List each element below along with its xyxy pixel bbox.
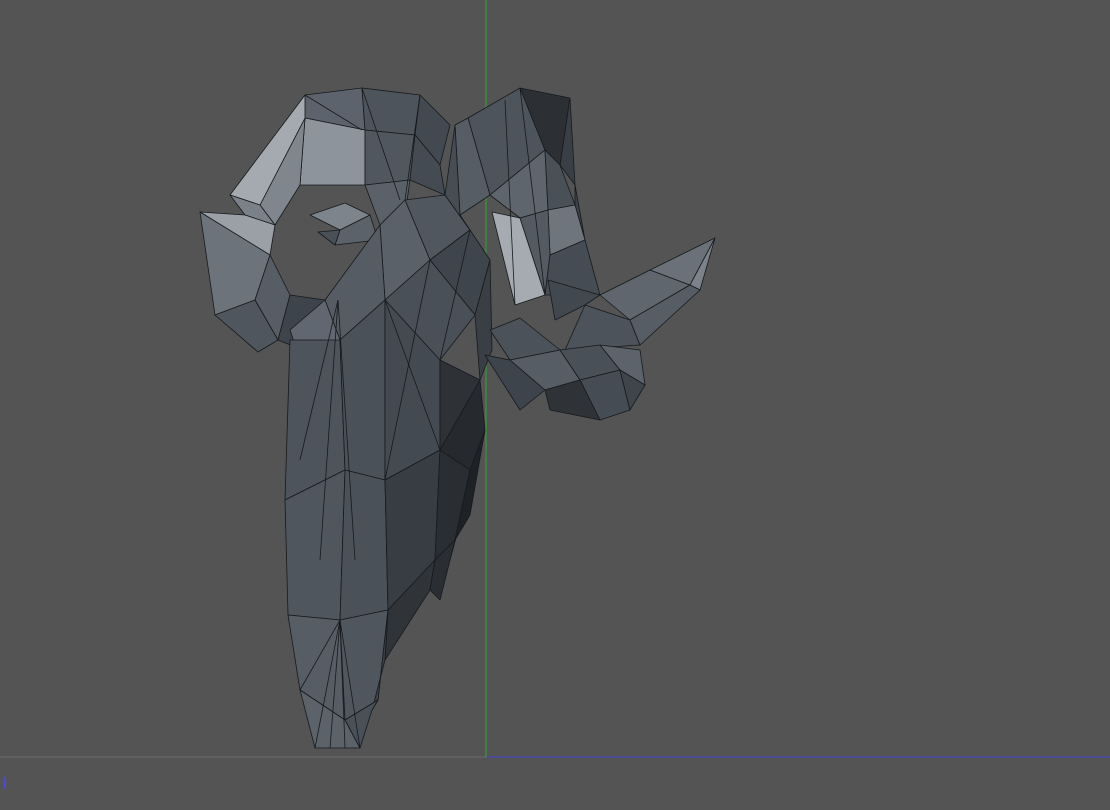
axis-gizmo-icon: ▐ bbox=[0, 778, 6, 789]
3d-viewport[interactable]: ▐ bbox=[0, 0, 1110, 810]
ram-skull-model[interactable] bbox=[199, 87, 716, 749]
viewport-scene[interactable] bbox=[0, 0, 1110, 810]
